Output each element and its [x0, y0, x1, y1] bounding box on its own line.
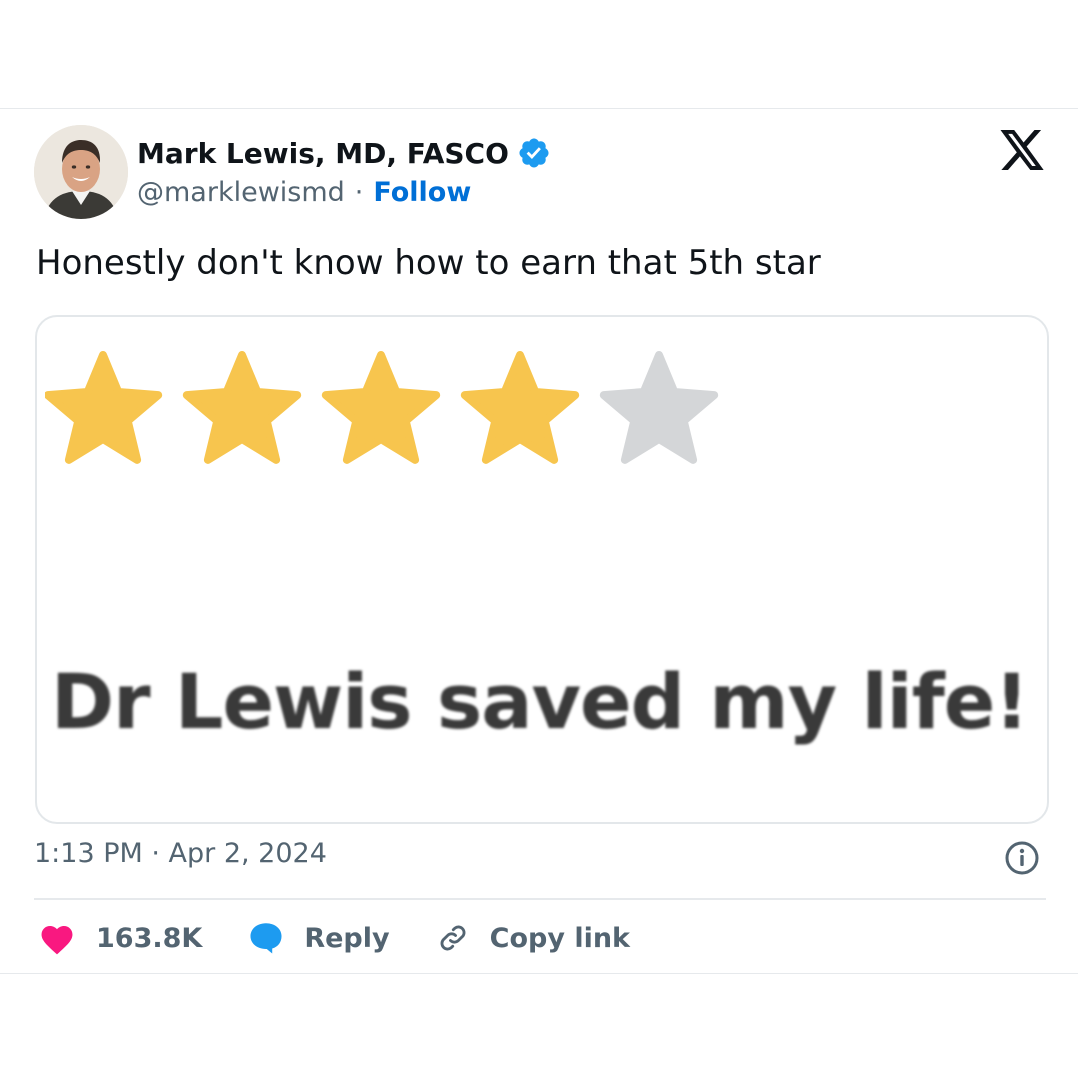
like-button[interactable]: 163.8K — [38, 921, 202, 955]
likes-count: 163.8K — [96, 922, 203, 954]
author-name[interactable]: Mark Lewis, MD, FASCO — [137, 137, 509, 170]
verified-badge-icon — [517, 136, 551, 170]
author-name-row: Mark Lewis, MD, FASCO — [137, 133, 551, 173]
timestamp[interactable]: 1:13 PM · Apr 2, 2024 — [34, 838, 327, 869]
speech-bubble-icon — [248, 921, 284, 955]
heart-icon — [38, 921, 76, 955]
separator: · — [354, 176, 364, 208]
copy-link-label: Copy link — [489, 922, 631, 954]
star-empty-icon — [599, 351, 719, 464]
reply-label: Reply — [304, 922, 390, 954]
star-filled-icon — [460, 351, 580, 464]
divider — [34, 898, 1046, 900]
tweet-media[interactable]: Dr Lewis saved my life! — [35, 315, 1049, 824]
x-logo-icon[interactable] — [998, 128, 1046, 174]
review-text: Dr Lewis saved my life! — [51, 657, 1029, 746]
star-filled-icon — [321, 351, 441, 464]
star-filled-icon — [182, 351, 302, 464]
copy-link-button[interactable]: Copy link — [436, 921, 630, 955]
author-handle[interactable]: @marklewismd — [137, 177, 345, 208]
tweet-text: Honestly don't know how to earn that 5th… — [36, 243, 821, 283]
reply-button[interactable]: Reply — [248, 921, 390, 955]
star-rating — [45, 351, 719, 464]
avatar[interactable] — [34, 125, 128, 219]
follow-button[interactable]: Follow — [373, 177, 471, 208]
star-filled-icon — [45, 351, 163, 464]
action-bar: 163.8K Reply Copy link — [38, 914, 676, 962]
avatar-image — [34, 125, 128, 219]
link-icon — [436, 921, 470, 955]
handle-row: @marklewismd · Follow — [137, 172, 471, 212]
info-icon[interactable] — [1004, 840, 1040, 876]
